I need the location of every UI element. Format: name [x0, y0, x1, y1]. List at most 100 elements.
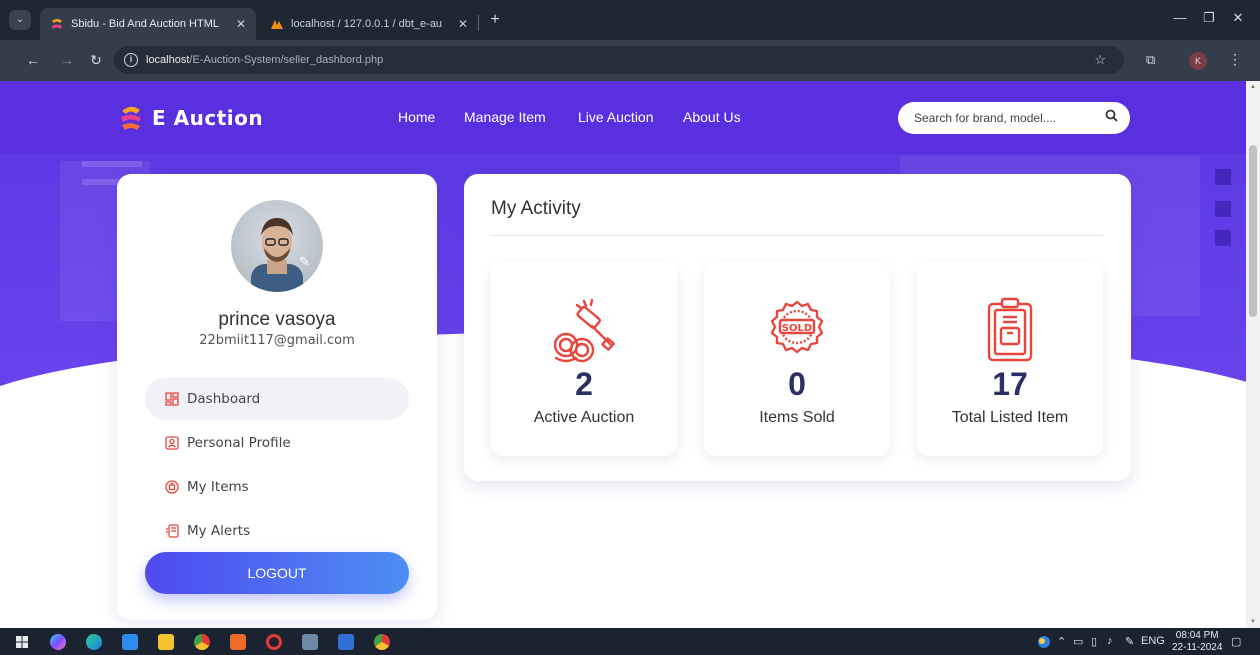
search-box: [898, 102, 1130, 134]
address-bar: ← → ↻ i localhost/E-Auction-System/selle…: [0, 40, 1260, 81]
pen-icon[interactable]: ✎: [1125, 635, 1134, 648]
search-icon[interactable]: [1105, 109, 1118, 127]
alerts-icon: [165, 524, 179, 538]
user-avatar[interactable]: [231, 200, 323, 292]
hero-decoration: [82, 161, 142, 167]
browser-menu-icon[interactable]: ⋮: [1228, 51, 1242, 68]
stat-card-total-listed[interactable]: 17 Total Listed Item: [917, 262, 1103, 456]
sidebar-item-my-items[interactable]: My Items: [145, 466, 409, 508]
profile-card: ✎ prince vasoya 22bmiit117@gmail.com Das…: [117, 174, 437, 620]
weather-icon[interactable]: [1037, 635, 1051, 652]
url-input[interactable]: i localhost/E-Auction-System/seller_dash…: [114, 46, 1124, 74]
extensions-icon[interactable]: ⧉: [1146, 52, 1155, 68]
new-tab-icon[interactable]: +: [485, 10, 505, 30]
activity-panel: My Activity 2 Active Auction SOLD 0 Item…: [464, 174, 1131, 481]
stat-label: Items Sold: [759, 409, 835, 426]
sidebar-item-dashboard[interactable]: Dashboard: [145, 378, 409, 420]
notepad-icon[interactable]: [302, 634, 318, 650]
file-explorer-icon[interactable]: [158, 634, 174, 650]
stat-label: Total Listed Item: [951, 409, 1069, 426]
site-logo[interactable]: E Auction: [118, 103, 263, 133]
nav-link-about-us[interactable]: About Us: [683, 109, 741, 125]
restore-icon[interactable]: ❐: [1199, 10, 1219, 26]
stat-card-active-auction[interactable]: 2 Active Auction: [491, 262, 677, 456]
page-scrollbar[interactable]: ▲ ▼: [1246, 81, 1260, 628]
site-navbar: E Auction Home Manage Item Live Auction …: [0, 81, 1246, 154]
forward-icon[interactable]: →: [58, 52, 76, 68]
windows-start-icon[interactable]: [14, 634, 30, 650]
url-path: /E-Auction-System/seller_dashbord.php: [189, 54, 384, 66]
site-info-icon[interactable]: i: [124, 53, 138, 67]
battery-icon[interactable]: ▯: [1091, 635, 1097, 648]
tab-title: localhost / 127.0.0.1 / dbt_e-au: [291, 18, 443, 30]
sbidu-logo-icon: [50, 17, 64, 31]
gavel-coins-icon: [544, 290, 624, 370]
hero-decoration: [1215, 230, 1231, 246]
tab-separator: [478, 15, 479, 31]
activity-title: My Activity: [491, 198, 581, 219]
clipboard-icon: [970, 290, 1050, 370]
back-icon[interactable]: ←: [24, 52, 42, 68]
search-input[interactable]: [914, 111, 1105, 125]
tab-search-button[interactable]: ⌄: [9, 10, 31, 30]
scroll-thumb[interactable]: [1249, 145, 1257, 317]
scroll-up-icon[interactable]: ▲: [1249, 84, 1257, 90]
vscode-icon[interactable]: [122, 634, 138, 650]
brand-name: E Auction: [152, 106, 264, 130]
reload-icon[interactable]: ↻: [87, 52, 105, 69]
logo-mark-icon: [118, 103, 144, 133]
app-icon[interactable]: [338, 634, 354, 650]
edge-icon[interactable]: [86, 634, 102, 650]
edit-pencil-icon[interactable]: ✎: [299, 254, 310, 270]
chevron-up-icon[interactable]: ⌃: [1057, 635, 1066, 648]
url-text: localhost/E-Auction-System/seller_dashbo…: [146, 54, 383, 66]
stat-card-items-sold[interactable]: SOLD 0 Items Sold: [704, 262, 890, 456]
svg-text:SOLD: SOLD: [782, 323, 812, 334]
url-host: localhost: [146, 54, 190, 66]
nav-link-home[interactable]: Home: [398, 109, 435, 125]
sold-badge-icon: SOLD: [757, 290, 837, 370]
copilot-icon[interactable]: [50, 634, 66, 650]
windows-taskbar: ⌃ ▭ ▯ ♪ ✎ ENG 08:04 PM 22-11-2024 ▢: [0, 628, 1260, 655]
sidebar-item-label: Personal Profile: [187, 435, 291, 451]
stat-label: Active Auction: [533, 409, 635, 426]
stat-value: 17: [992, 366, 1028, 402]
phpmyadmin-icon: [270, 17, 284, 31]
notifications-icon[interactable]: ▢: [1231, 635, 1241, 648]
nav-link-manage-item[interactable]: Manage Item: [464, 109, 546, 125]
bookmark-star-icon[interactable]: ☆: [1094, 52, 1106, 68]
language-indicator[interactable]: ENG: [1141, 635, 1165, 647]
stat-value: 0: [788, 366, 806, 402]
profile-avatar[interactable]: K: [1189, 52, 1207, 70]
close-window-icon[interactable]: ✕: [1228, 10, 1248, 26]
nav-link-live-auction[interactable]: Live Auction: [578, 109, 654, 125]
logout-button[interactable]: LOGOUT: [145, 552, 409, 594]
sidebar-item-label: My Alerts: [187, 523, 251, 539]
sidebar-item-my-alerts[interactable]: My Alerts: [145, 510, 409, 552]
stat-value: 2: [575, 366, 593, 402]
clock[interactable]: 08:04 PM 22-11-2024: [1172, 630, 1222, 654]
minimize-icon[interactable]: —: [1170, 10, 1190, 25]
dashboard-icon: [165, 392, 179, 406]
browser-tab-active[interactable]: Sbidu - Bid And Auction HTML ✕: [40, 8, 256, 40]
opera-icon[interactable]: [266, 634, 282, 650]
items-icon: [165, 480, 179, 494]
hero-decoration: [1215, 169, 1231, 185]
tab-close-icon[interactable]: ✕: [236, 17, 246, 31]
page-viewport: E Auction Home Manage Item Live Auction …: [0, 81, 1246, 628]
profile-icon: [165, 436, 179, 450]
volume-icon[interactable]: ♪: [1107, 635, 1113, 647]
scroll-down-icon[interactable]: ▼: [1249, 619, 1257, 625]
network-icon[interactable]: ▭: [1073, 635, 1083, 648]
divider: [491, 235, 1103, 236]
browser-tab-inactive[interactable]: localhost / 127.0.0.1 / dbt_e-au ✕: [260, 8, 478, 40]
sidebar-item-personal-profile[interactable]: Personal Profile: [145, 422, 409, 464]
hero-decoration: [82, 179, 122, 185]
clock-time: 08:04 PM: [1175, 630, 1219, 641]
sidebar-item-label: Dashboard: [187, 391, 261, 407]
chrome-icon[interactable]: [194, 634, 210, 650]
chrome-icon[interactable]: [374, 634, 390, 650]
user-email: 22bmiit117@gmail.com: [199, 333, 355, 348]
tab-close-icon[interactable]: ✕: [458, 17, 468, 31]
xampp-icon[interactable]: [230, 634, 246, 650]
